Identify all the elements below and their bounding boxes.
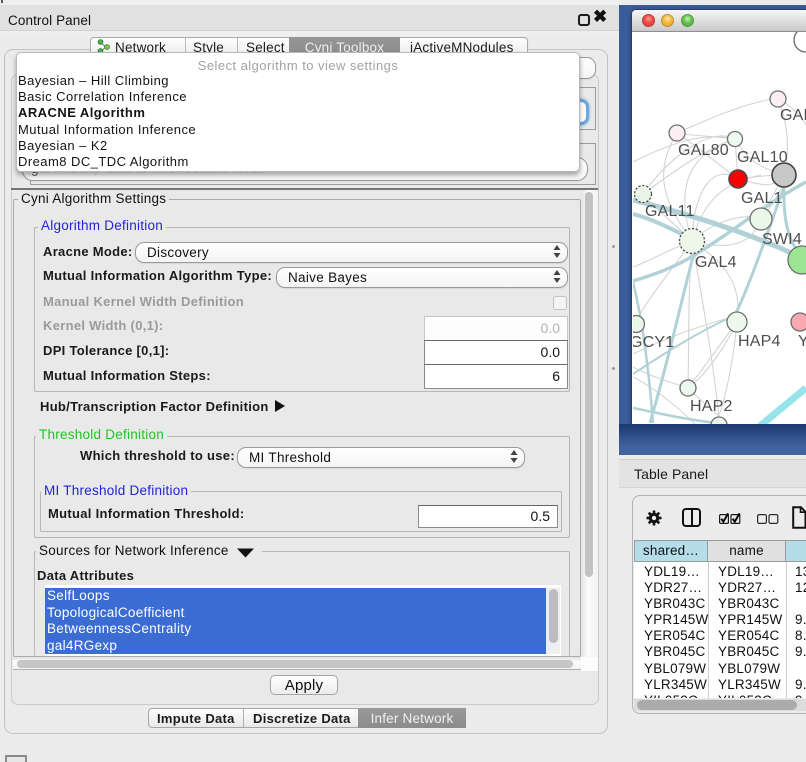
svg-text:GAL80: GAL80 <box>678 142 729 159</box>
svg-text:GAL: GAL <box>780 107 806 124</box>
svg-text:GAL1: GAL1 <box>741 190 783 207</box>
svg-text:HAP4: HAP4 <box>738 333 781 350</box>
svg-text:HAP2: HAP2 <box>690 398 733 415</box>
svg-text:GAL10: GAL10 <box>737 149 788 166</box>
svg-text:Y: Y <box>798 333 806 350</box>
svg-text:GAL11: GAL11 <box>645 203 695 220</box>
svg-text:GCY1: GCY1 <box>633 334 674 351</box>
svg-text:GAL4: GAL4 <box>695 254 737 271</box>
svg-text:SWI4: SWI4 <box>762 231 802 248</box>
